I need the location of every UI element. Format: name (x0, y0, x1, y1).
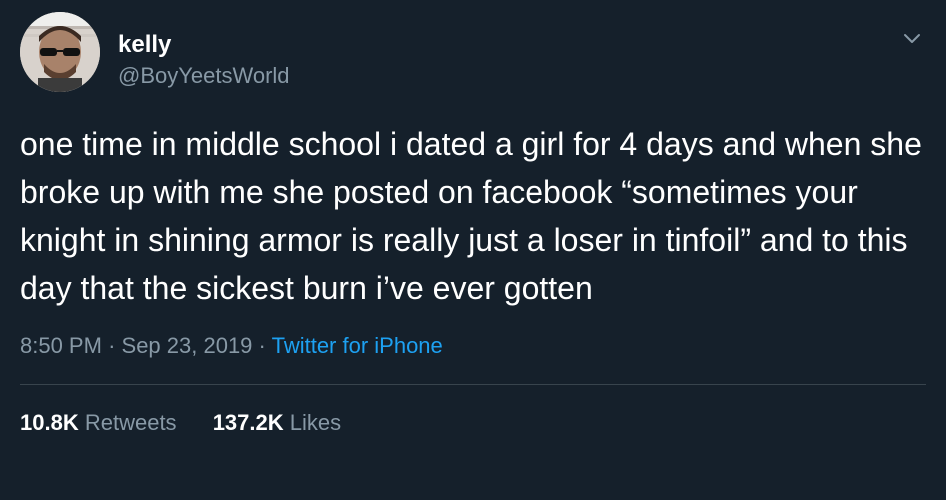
divider (20, 384, 926, 385)
tweet-header: kelly @BoyYeetsWorld (20, 12, 926, 92)
tweet-meta: 8:50 PM · Sep 23, 2019 · Twitter for iPh… (20, 332, 926, 360)
likes-count: 137.2K (212, 410, 284, 435)
retweets-stat[interactable]: 10.8K Retweets (20, 409, 177, 437)
user-handle[interactable]: @BoyYeetsWorld (118, 62, 290, 90)
avatar[interactable] (20, 12, 100, 92)
author-names[interactable]: kelly @BoyYeetsWorld (118, 30, 290, 90)
tweet-date[interactable]: Sep 23, 2019 (122, 333, 253, 358)
likes-label: Likes (289, 410, 342, 435)
tweet-time[interactable]: 8:50 PM (20, 333, 102, 358)
tweet-stats: 10.8K Retweets 137.2K Likes (20, 409, 926, 437)
tweet-text: one time in middle school i dated a girl… (20, 126, 922, 306)
meta-separator: · (258, 333, 266, 358)
chevron-down-icon[interactable] (900, 26, 924, 50)
retweets-label: Retweets (84, 410, 177, 435)
likes-stat[interactable]: 137.2K Likes (213, 409, 341, 437)
tweet-card: kelly @BoyYeetsWorld one time in middle … (0, 0, 946, 500)
avatar-photo (20, 12, 100, 92)
meta-separator: · (108, 333, 116, 358)
display-name[interactable]: kelly (118, 30, 290, 60)
tweet-source-link[interactable]: Twitter for iPhone (272, 333, 443, 358)
retweets-count: 10.8K (20, 410, 79, 435)
